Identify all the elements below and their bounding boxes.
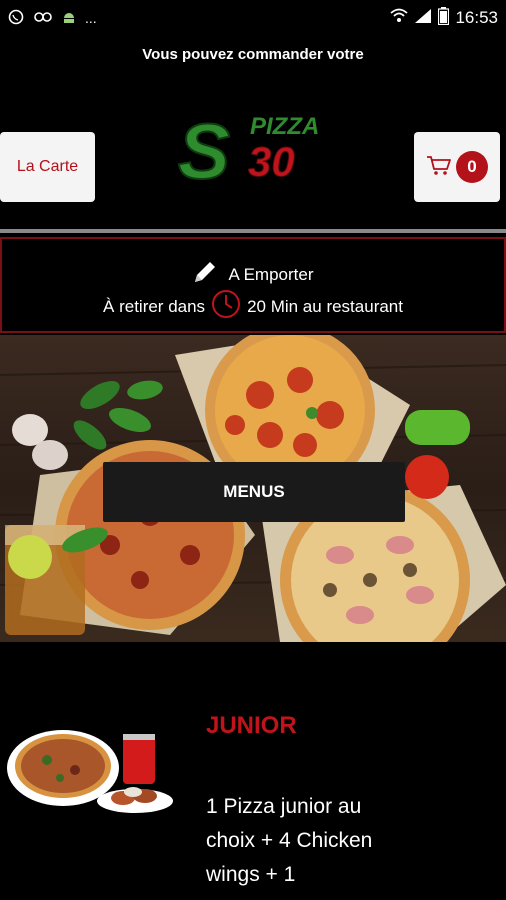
menu-item-image: [5, 726, 175, 816]
status-dots: ...: [85, 10, 97, 26]
signal-icon: [414, 8, 432, 29]
cart-count-badge: 0: [456, 151, 488, 183]
logo-letter: S: [178, 107, 230, 186]
marquee-text: Vous pouvez commander votre: [142, 46, 364, 63]
clock-icon: [211, 289, 241, 324]
order-mode-row: A Emporter: [2, 259, 504, 290]
pencil-icon: [192, 259, 218, 290]
cart-button[interactable]: 0: [414, 132, 500, 202]
status-time: 16:53: [455, 8, 498, 27]
logo-number: 30: [248, 138, 295, 185]
link-icon: [33, 9, 53, 28]
logo: S PIZZA 30: [172, 106, 332, 196]
cart-icon: [426, 154, 452, 181]
logo-word: PIZZA: [250, 113, 319, 140]
menu-item-card[interactable]: JUNIOR 1 Pizza junior au choix + 4 Chick…: [0, 690, 506, 900]
order-mode-label: A Emporter: [228, 264, 314, 284]
menus-button[interactable]: MENUS: [103, 462, 405, 522]
status-bar: ... 16:53: [0, 0, 506, 36]
status-left: ...: [8, 9, 97, 28]
android-icon: [62, 10, 76, 27]
battery-icon: [438, 6, 450, 30]
whatsapp-icon: [8, 9, 24, 28]
header-divider: [0, 229, 506, 233]
wifi-icon: [390, 8, 409, 29]
pickup-prefix: À retirer dans: [103, 296, 206, 316]
menu-item-description: 1 Pizza junior au choix + 4 Chicken wing…: [206, 795, 373, 886]
pickup-row: À retirer dans 20 Min au restaurant: [2, 289, 504, 324]
order-mode-box[interactable]: A Emporter À retirer dans 20 Min au rest…: [0, 237, 506, 333]
la-carte-button[interactable]: La Carte: [0, 132, 95, 202]
status-right: 16:53: [390, 6, 498, 30]
garlic: [12, 414, 68, 470]
menu-item-title: JUNIOR: [206, 712, 297, 739]
pickup-time: 20 Min au restaurant: [247, 296, 403, 316]
